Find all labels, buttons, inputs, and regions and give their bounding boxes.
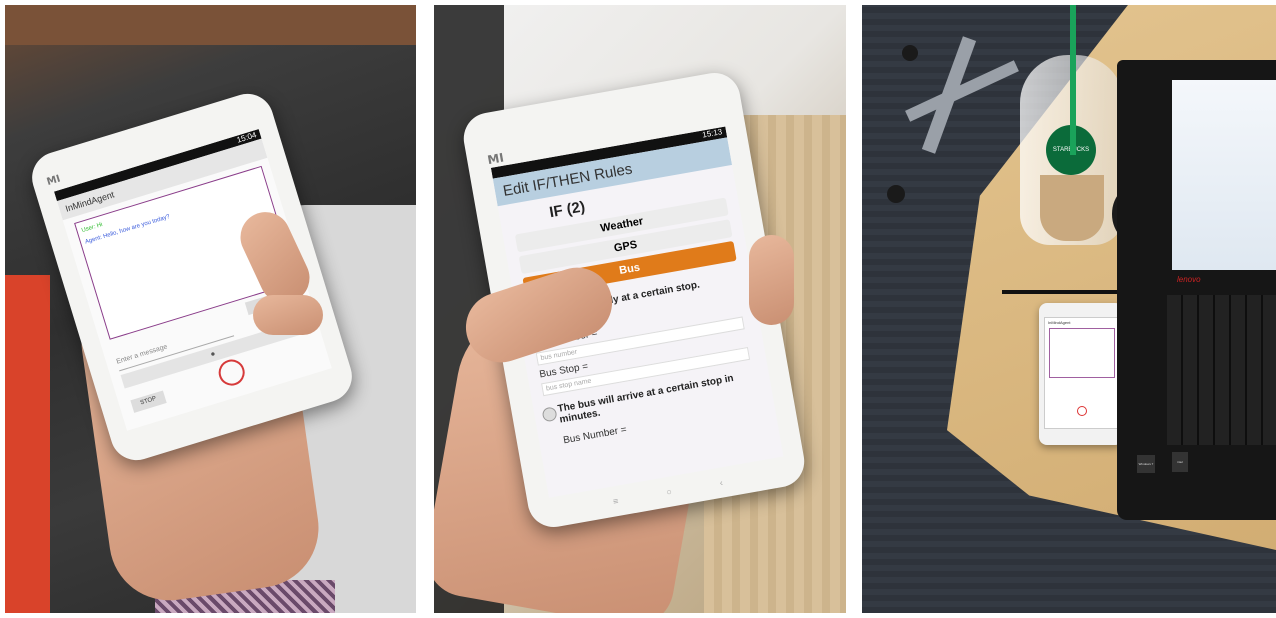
photo-desk-scene: STARBUCKS InMindAgent lenovo Windows 7 i… bbox=[862, 5, 1276, 613]
microphone-icon: ● bbox=[209, 348, 217, 359]
keyboard bbox=[1167, 295, 1276, 445]
small-phone-title: InMindAgent bbox=[1048, 320, 1071, 325]
user-message: User: Hi bbox=[80, 222, 104, 235]
finger bbox=[253, 295, 323, 335]
agent-message: Agent: Hello, how are you today? bbox=[84, 213, 171, 246]
small-chat-log bbox=[1049, 328, 1115, 378]
chair-wheel-2 bbox=[902, 45, 918, 61]
laptop: lenovo Windows 7 intel bbox=[1117, 60, 1276, 520]
laptop-brand: lenovo bbox=[1177, 275, 1201, 284]
intel-badge: intel bbox=[1172, 452, 1188, 472]
photo-chat-app: MI 15:04 InMindAgent User: Hi Agent: Hel… bbox=[5, 5, 416, 613]
windows-badge: Windows 7 bbox=[1137, 455, 1155, 473]
rule-2-radio[interactable] bbox=[541, 406, 558, 423]
green-straw bbox=[1070, 5, 1076, 155]
red-chair bbox=[5, 275, 50, 613]
chair-wheel bbox=[887, 185, 905, 203]
small-phone-screen: InMindAgent bbox=[1044, 317, 1120, 429]
menu-icon[interactable]: ≡ bbox=[612, 496, 619, 507]
record-circle-icon[interactable] bbox=[215, 356, 248, 389]
table-edge bbox=[5, 5, 416, 45]
photo-rules-app: MI 15:13 Edit IF/THEN Rules IF (2) Weath… bbox=[434, 5, 846, 613]
coffee bbox=[1040, 175, 1104, 241]
home-icon[interactable]: ○ bbox=[665, 486, 672, 497]
small-record-icon bbox=[1077, 406, 1087, 416]
bus-number-label-2: Bus Number = bbox=[562, 424, 628, 447]
if-header: IF (2) bbox=[548, 198, 587, 222]
fingers-right bbox=[749, 235, 794, 325]
small-phone: InMindAgent bbox=[1039, 303, 1123, 445]
laptop-screen bbox=[1172, 80, 1276, 270]
back-icon[interactable]: ‹ bbox=[719, 477, 724, 487]
brand-logo: MI bbox=[45, 173, 62, 189]
stop-button[interactable]: STOP bbox=[130, 390, 167, 413]
